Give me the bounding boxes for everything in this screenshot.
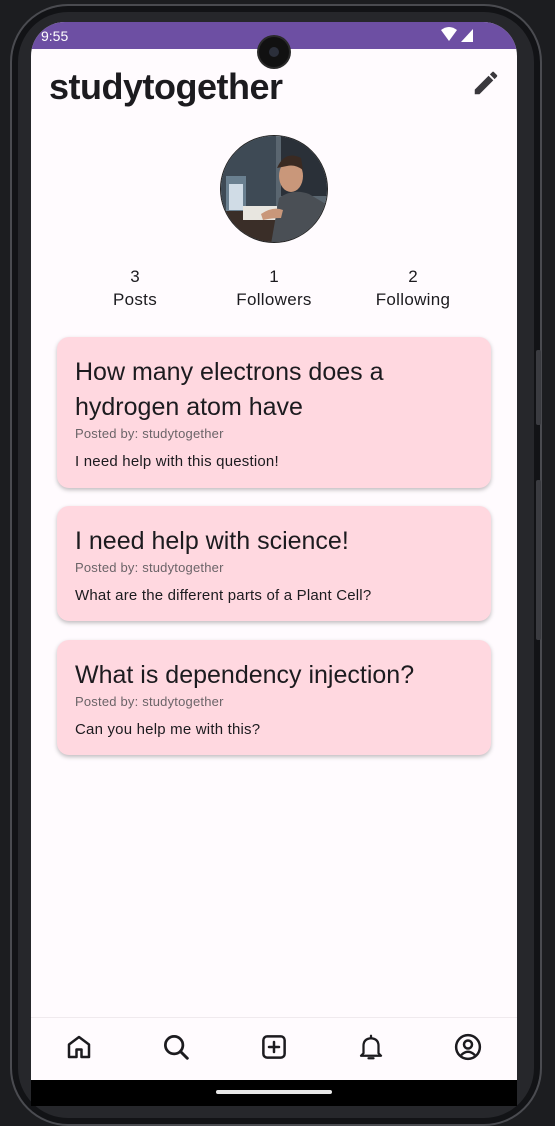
- post-title: How many electrons does a hydrogen atom …: [75, 358, 384, 421]
- post-title: I need help with science!: [75, 527, 349, 555]
- nav-add-post[interactable]: [259, 1032, 289, 1062]
- wifi-icon: [441, 27, 457, 41]
- post-body: I need help with this question!: [75, 453, 279, 470]
- nav-home[interactable]: [64, 1032, 94, 1062]
- app-screen: 9:55 studytogether 3 Posts 1 Followers 2…: [31, 22, 517, 1080]
- post-author: Posted by: studytogether: [75, 426, 224, 441]
- home-gesture-handle[interactable]: [216, 1090, 332, 1094]
- bottom-navigation: [31, 1017, 517, 1080]
- signal-icon: [461, 29, 473, 42]
- stat-followers[interactable]: 1 Followers: [214, 266, 334, 312]
- home-icon: [67, 1035, 91, 1059]
- followers-label: Followers: [236, 290, 312, 309]
- posts-count: 3: [130, 267, 140, 286]
- nav-notifications[interactable]: [356, 1032, 386, 1062]
- followers-count: 1: [269, 267, 279, 286]
- phone-side-button: [536, 480, 541, 640]
- post-body: What are the different parts of a Plant …: [75, 587, 372, 604]
- nav-search[interactable]: [161, 1032, 191, 1062]
- profile-photo: [221, 136, 327, 242]
- post-author: Posted by: studytogether: [75, 560, 224, 575]
- post-body: Can you help me with this?: [75, 721, 261, 738]
- stat-posts[interactable]: 3 Posts: [75, 266, 195, 312]
- edit-pencil-icon: [474, 71, 498, 95]
- search-icon: [164, 1035, 189, 1060]
- status-time: 9:55: [41, 28, 69, 44]
- notifications-icon: [359, 1034, 383, 1060]
- nav-profile[interactable]: [453, 1032, 483, 1062]
- status-icons: [441, 27, 473, 42]
- post-card[interactable]: How many electrons does a hydrogen atom …: [57, 337, 491, 488]
- stat-following[interactable]: 2 Following: [353, 266, 473, 312]
- edit-profile-button[interactable]: [471, 68, 501, 98]
- following-count: 2: [408, 267, 418, 286]
- front-camera: [259, 37, 289, 67]
- post-card[interactable]: I need help with science! Posted by: stu…: [57, 506, 491, 621]
- account-circle-icon: [454, 1033, 482, 1061]
- gesture-nav-area: [31, 1080, 517, 1106]
- post-author: Posted by: studytogether: [75, 694, 224, 709]
- post-title: What is dependency injection?: [75, 661, 415, 689]
- page-title: studytogether: [49, 66, 283, 107]
- phone-side-button: [536, 350, 541, 425]
- avatar[interactable]: [220, 135, 328, 243]
- posts-label: Posts: [112, 290, 158, 309]
- add-box-icon: [262, 1035, 286, 1059]
- following-label: Following: [375, 290, 451, 309]
- post-card[interactable]: What is dependency injection? Posted by:…: [57, 640, 491, 755]
